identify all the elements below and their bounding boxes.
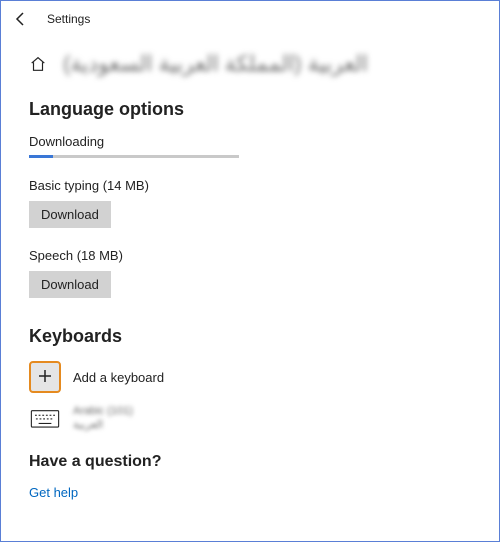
downloading-label: Downloading <box>29 134 471 149</box>
home-icon[interactable] <box>29 55 47 73</box>
settings-window: Settings العربية (المملكة العربية السعود… <box>0 0 500 542</box>
keyboards-heading: Keyboards <box>29 326 471 347</box>
window-title: Settings <box>47 12 90 26</box>
add-keyboard-row[interactable]: Add a keyboard <box>29 361 471 393</box>
language-name-title: العربية (المملكة العربية السعودية) <box>63 51 368 77</box>
titlebar: Settings <box>1 1 499 33</box>
add-keyboard-button[interactable] <box>29 361 61 393</box>
download-progress-bar <box>29 155 239 158</box>
get-help-link[interactable]: Get help <box>29 485 78 500</box>
feature-label: Speech (18 MB) <box>29 248 471 263</box>
help-section: Have a question? Get help <box>29 453 471 500</box>
keyboard-item[interactable]: Arabic (101) العربية <box>29 405 471 431</box>
feature-basic-typing: Basic typing (14 MB) Download <box>29 178 471 228</box>
language-options-heading: Language options <box>29 99 471 120</box>
help-heading: Have a question? <box>29 453 471 471</box>
download-button-speech[interactable]: Download <box>29 271 111 298</box>
page-content: العربية (المملكة العربية السعودية) Langu… <box>1 33 499 500</box>
download-button-basic-typing[interactable]: Download <box>29 201 111 228</box>
keyboard-icon <box>29 405 61 431</box>
feature-label: Basic typing (14 MB) <box>29 178 471 193</box>
page-header: العربية (المملكة العربية السعودية) <box>29 51 471 77</box>
keyboard-item-sub: العربية <box>73 418 133 431</box>
back-arrow-icon[interactable] <box>13 11 29 27</box>
keyboard-item-name: Arabic (101) <box>73 405 133 417</box>
download-progress-fill <box>29 155 53 158</box>
keyboards-section: Keyboards Add a keyboard <box>29 326 471 431</box>
keyboard-item-text: Arabic (101) العربية <box>73 405 133 431</box>
add-keyboard-label: Add a keyboard <box>73 370 164 385</box>
plus-icon <box>38 369 52 386</box>
feature-speech: Speech (18 MB) Download <box>29 248 471 298</box>
